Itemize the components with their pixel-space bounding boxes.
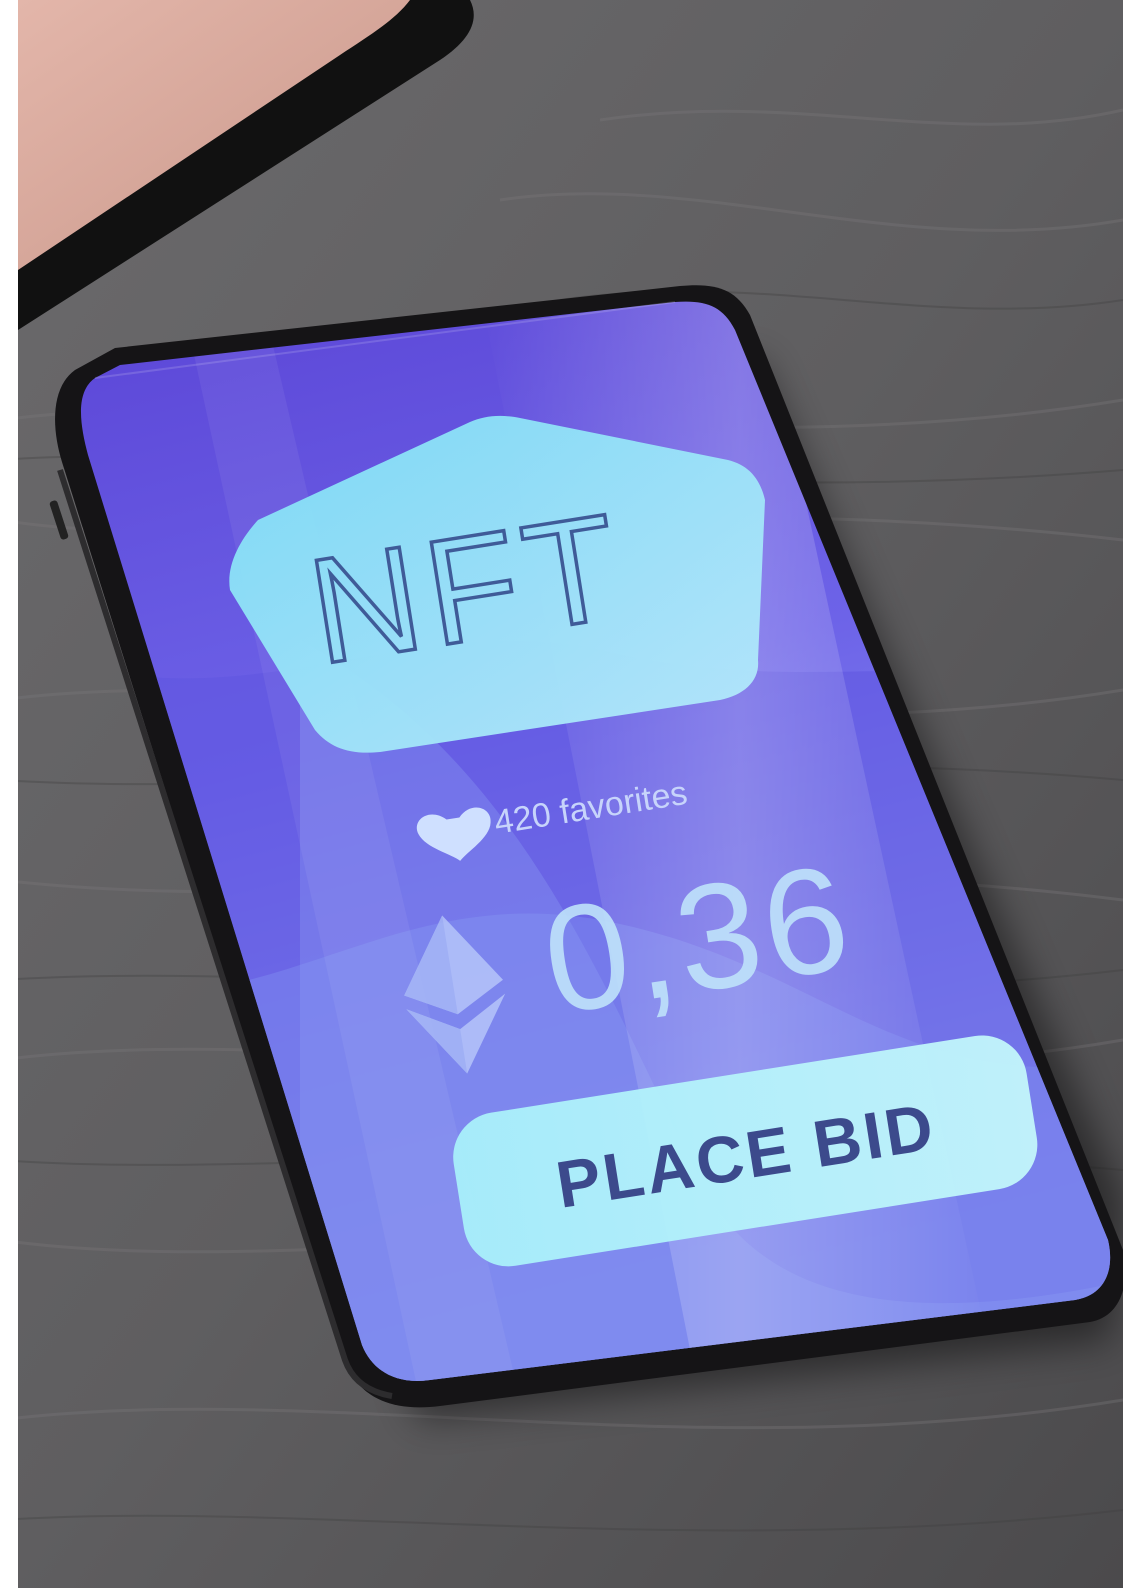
photo-scene: NFT 420 favorites 0,36 PLACE BID (0, 0, 1123, 1588)
